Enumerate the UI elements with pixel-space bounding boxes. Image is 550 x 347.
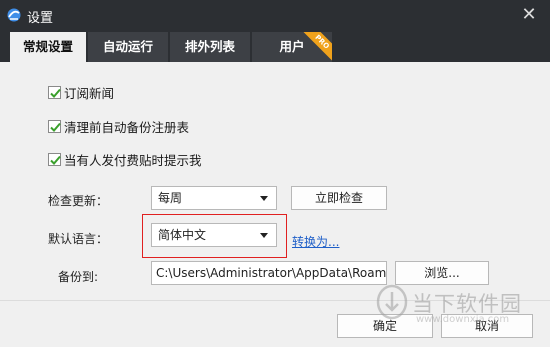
backup-label: 备份到: [58, 270, 99, 284]
tab-general-settings[interactable]: 常规设置 [10, 32, 86, 62]
footer-divider [0, 300, 550, 301]
check-icon [50, 122, 61, 132]
tab-autorun[interactable]: 自动运行 [88, 32, 168, 62]
title-bar: 设置 ✕ [0, 0, 550, 30]
checkbox-paid-post-alert[interactable] [48, 152, 61, 166]
language-label: 默认语言： [48, 232, 109, 246]
checkbox-subscribe-news[interactable] [48, 85, 61, 99]
checkbox-backup-registry[interactable] [48, 119, 61, 133]
backup-path-field[interactable]: C:\Users\Administrator\AppData\Roami... [151, 261, 387, 285]
app-logo-icon [7, 8, 21, 22]
cancel-button[interactable]: 取消 [441, 314, 533, 338]
option-label: 当有人发付费贴时提示我 [64, 152, 202, 168]
tab-exclusion-list[interactable]: 排外列表 [170, 32, 250, 62]
chevron-down-icon [260, 196, 268, 201]
language-select[interactable]: 简体中文 [151, 223, 277, 247]
window-title: 设置 [27, 11, 54, 26]
check-icon [50, 88, 61, 98]
option-paid-post-alert[interactable]: 当有人发付费贴时提示我 [48, 151, 202, 168]
update-frequency-value: 每周 [158, 191, 183, 205]
option-label: 订阅新闻 [64, 85, 115, 101]
close-icon[interactable]: ✕ [518, 4, 540, 26]
check-now-button[interactable]: 立即检查 [291, 186, 387, 210]
option-subscribe-news[interactable]: 订阅新闻 [48, 84, 115, 101]
option-label: 清理前自动备份注册表 [64, 119, 190, 135]
check-icon [50, 155, 61, 165]
tab-user[interactable]: 用户 PRO [252, 32, 332, 62]
option-backup-registry[interactable]: 清理前自动备份注册表 [48, 118, 190, 135]
update-label: 检查更新： [48, 194, 109, 208]
convert-link[interactable]: 转换为... [292, 233, 339, 250]
pro-badge: PRO [301, 32, 332, 62]
update-frequency-select[interactable]: 每周 [151, 186, 277, 210]
tab-user-label: 用户 [279, 39, 305, 54]
browse-button[interactable]: 浏览... [395, 261, 489, 285]
ok-button[interactable]: 确定 [337, 314, 433, 338]
tab-bar: 常规设置 自动运行 排外列表 用户 PRO [0, 30, 550, 62]
chevron-down-icon [260, 233, 268, 238]
language-value: 简体中文 [158, 228, 207, 242]
